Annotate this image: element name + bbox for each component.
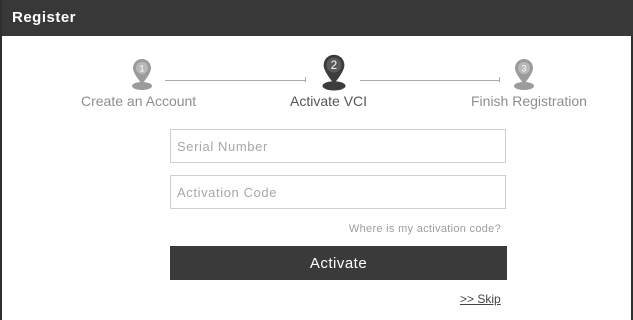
- step-1-pin-icon: 1: [132, 59, 152, 90]
- step-connector-2-end: [499, 77, 500, 82]
- step-3-label: Finish Registration: [471, 93, 587, 109]
- register-window: Register 1 Create an Account 2 Activate …: [0, 0, 633, 320]
- activation-code-help-link[interactable]: Where is my activation code?: [349, 223, 501, 235]
- step-1-number: 1: [139, 64, 144, 74]
- activate-button[interactable]: Activate: [170, 246, 507, 280]
- step-1-label: Create an Account: [81, 93, 197, 109]
- step-3-number: 3: [521, 64, 526, 74]
- window-title: Register: [2, 0, 633, 36]
- skip-link[interactable]: >> Skip: [460, 292, 501, 306]
- step-connector-1-end: [305, 77, 306, 82]
- serial-number-input[interactable]: [170, 129, 506, 163]
- step-connector-1: [165, 80, 306, 81]
- step-2-number: 2: [331, 60, 337, 72]
- step-3-pin-icon: 3: [514, 59, 534, 90]
- step-connector-2: [360, 80, 500, 81]
- activation-code-input[interactable]: [170, 175, 506, 209]
- step-2-label: Activate VCI: [290, 93, 368, 109]
- step-2-pin-icon: 2: [322, 54, 346, 91]
